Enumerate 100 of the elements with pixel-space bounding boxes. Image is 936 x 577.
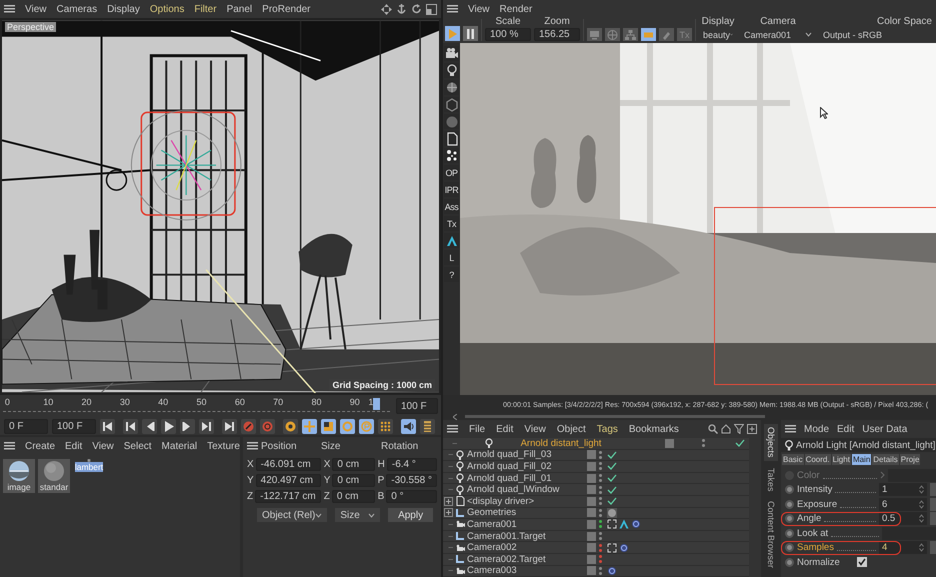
check-icon[interactable] <box>607 484 617 495</box>
animate-toggle[interactable] <box>785 543 794 552</box>
menu-item[interactable]: File <box>469 424 486 434</box>
visibility-dots[interactable] <box>599 566 603 576</box>
animate-toggle[interactable] <box>785 514 794 524</box>
spinner-icon[interactable] <box>919 500 924 509</box>
new-window-icon[interactable] <box>747 424 757 434</box>
value-field[interactable]: 6 <box>879 498 927 511</box>
value-field[interactable]: 4 <box>879 541 927 554</box>
visibility-dots[interactable] <box>599 508 603 518</box>
material-swatch[interactable]: image <box>3 459 35 493</box>
value-field[interactable]: 420.497 cm <box>256 474 321 487</box>
value-field[interactable]: -122.717 cm <box>255 490 321 503</box>
crop-tag-icon[interactable] <box>607 519 617 530</box>
visibility-dots[interactable] <box>702 438 706 448</box>
search-icon[interactable] <box>708 424 718 434</box>
menu-icon[interactable] <box>785 425 796 433</box>
menu-item[interactable]: View <box>92 440 114 452</box>
mode-dropdown[interactable]: Object (Rel) <box>257 508 328 522</box>
anchor-icon[interactable] <box>396 4 407 14</box>
menu-item[interactable]: Edit <box>837 424 854 434</box>
menu-item[interactable]: Material <box>162 440 198 452</box>
range-end-marker[interactable] <box>372 398 380 410</box>
value-field[interactable]: 0.5 <box>879 512 927 526</box>
visibility-dots[interactable] <box>599 519 603 530</box>
menu-item[interactable]: Edit <box>496 424 514 434</box>
spinner-icon[interactable] <box>919 514 924 524</box>
light-bulb-button[interactable] <box>444 63 459 78</box>
value-field[interactable]: 1 <box>879 483 927 496</box>
scale-field[interactable]: 100 % <box>485 28 531 41</box>
menu-item[interactable]: Bookmarks <box>628 424 679 434</box>
expand-icon[interactable] <box>444 508 453 518</box>
home-icon[interactable] <box>721 424 731 434</box>
check-icon[interactable] <box>734 438 745 448</box>
tab[interactable]: Details <box>872 454 899 465</box>
menu-icon[interactable] <box>247 442 258 450</box>
spinner-icon[interactable] <box>919 485 924 494</box>
camera-button[interactable] <box>444 46 459 61</box>
menu-item[interactable]: View <box>25 4 46 14</box>
tab[interactable]: Basic <box>782 454 804 465</box>
slider-track[interactable] <box>930 541 936 554</box>
check-icon[interactable] <box>607 461 617 472</box>
menu-item[interactable]: Filter <box>194 4 217 14</box>
side-tab[interactable]: Objects <box>764 424 778 461</box>
rotate-icon[interactable] <box>411 4 422 14</box>
menu-item[interactable]: ProRender <box>262 4 311 14</box>
menu-icon[interactable] <box>4 5 15 13</box>
layer-toggle[interactable] <box>665 438 674 448</box>
menu-item[interactable]: Panel <box>226 4 252 14</box>
end-frame-field[interactable]: 100 F <box>396 398 438 414</box>
visibility-dots[interactable] <box>599 461 603 472</box>
target-tag-icon[interactable] <box>631 519 641 530</box>
value-field[interactable]: 0 cm <box>332 474 375 487</box>
animate-toggle[interactable] <box>785 500 794 509</box>
pause-icon[interactable] <box>466 28 475 38</box>
mode-dropdown[interactable]: Size <box>335 508 380 522</box>
target-tag-icon[interactable] <box>619 542 629 553</box>
material-tag-icon[interactable] <box>607 508 617 518</box>
target-tag-icon[interactable] <box>607 566 617 576</box>
expand-icon[interactable] <box>444 496 453 506</box>
menu-icon[interactable] <box>4 442 15 450</box>
apply-button[interactable]: Apply <box>388 508 433 522</box>
maximize-icon[interactable] <box>426 4 437 14</box>
menu-item[interactable]: Select <box>124 440 152 452</box>
menu-icon[interactable] <box>447 425 458 433</box>
value-field[interactable]: -30.558 ° <box>386 474 437 487</box>
pause-button[interactable] <box>463 26 478 41</box>
visibility-dots[interactable] <box>599 484 603 495</box>
tab[interactable]: Light <box>832 454 851 465</box>
color-field[interactable] <box>888 468 936 482</box>
menu-item[interactable]: Create <box>25 440 56 452</box>
menu-item[interactable]: View <box>524 424 546 434</box>
spinner-icon[interactable] <box>919 543 924 552</box>
material-swatch[interactable]: standar <box>38 459 70 493</box>
zoom-field[interactable]: 156.25 <box>534 28 580 41</box>
chevron-down-icon[interactable] <box>315 512 322 518</box>
filter-icon[interactable] <box>734 424 744 434</box>
menu-item[interactable]: User Data <box>862 424 908 434</box>
menu-item[interactable]: Texture <box>207 440 240 452</box>
menu-item[interactable]: Edit <box>65 440 82 452</box>
visibility-dots[interactable] <box>599 473 603 484</box>
menu-item[interactable]: View <box>468 4 490 14</box>
value-field[interactable]: 0 cm <box>332 490 375 503</box>
menu-item[interactable]: Display <box>107 4 140 14</box>
animate-toggle[interactable] <box>785 485 794 494</box>
move-icon[interactable] <box>381 4 392 14</box>
value-field[interactable]: 0 ° <box>386 490 437 503</box>
chevron-down-icon[interactable] <box>805 32 812 37</box>
environment-preview-icon[interactable] <box>7 460 31 482</box>
check-icon[interactable] <box>607 473 617 484</box>
visibility-dots[interactable] <box>599 450 603 460</box>
visibility-dots[interactable] <box>599 531 603 542</box>
tab[interactable]: Main <box>852 454 872 465</box>
chevron-down-icon[interactable] <box>368 512 376 518</box>
animate-toggle[interactable] <box>785 528 794 538</box>
visibility-dots[interactable] <box>599 554 603 564</box>
menu-item[interactable]: Cameras <box>56 4 98 14</box>
link-field[interactable] <box>882 526 936 540</box>
end-frame-field[interactable]: 100 F <box>52 418 96 434</box>
tab[interactable]: Proje <box>900 454 920 465</box>
